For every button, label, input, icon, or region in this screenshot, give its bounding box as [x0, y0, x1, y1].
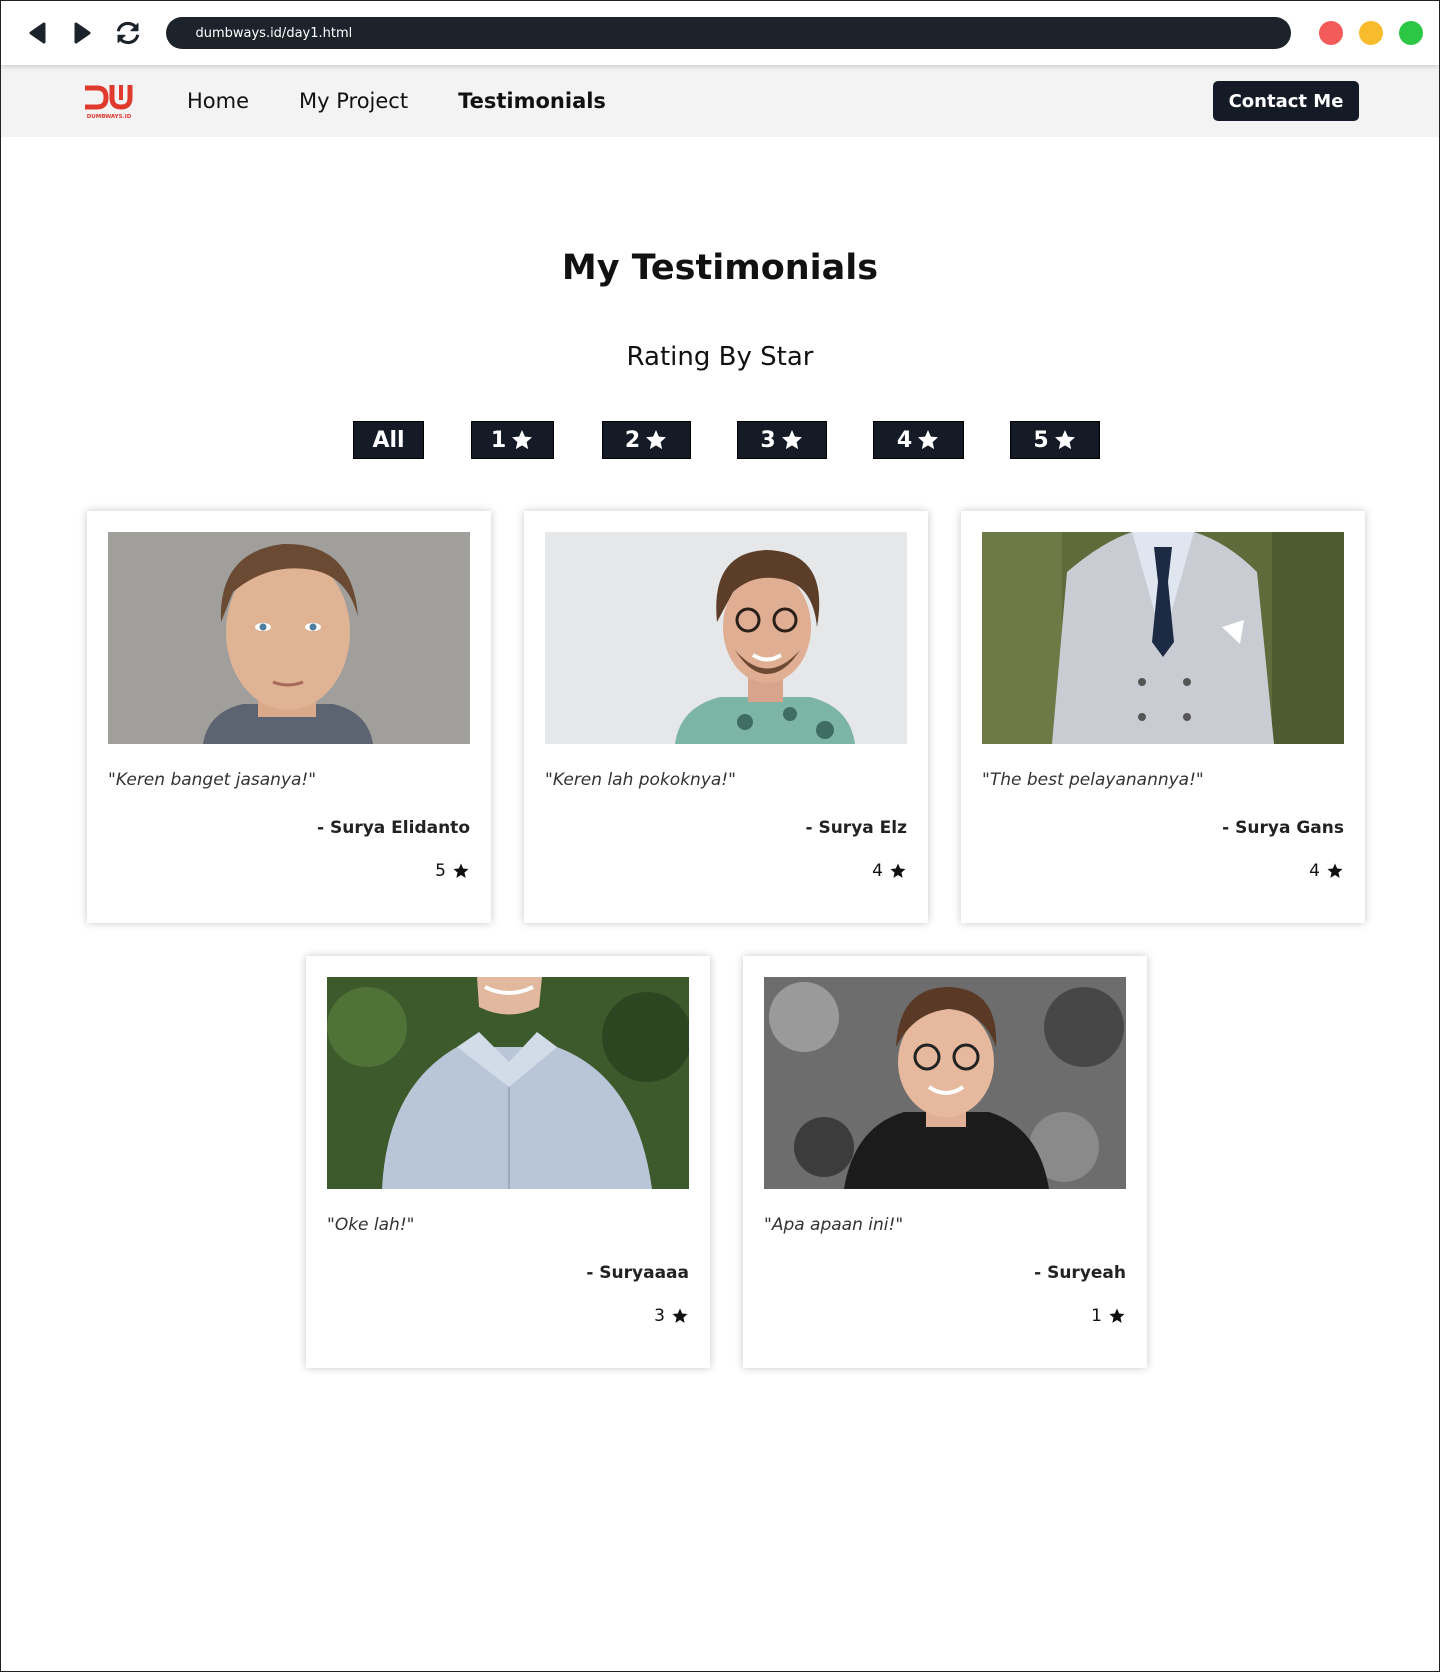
- filter-label: 2: [624, 427, 641, 453]
- filter-label: 1: [490, 427, 507, 453]
- filter-label: 3: [760, 427, 776, 453]
- nav-testimonials[interactable]: Testimonials: [458, 89, 606, 113]
- star-icon: [512, 430, 533, 450]
- testimonial-rating: 5: [435, 861, 470, 881]
- star-icon: [453, 863, 469, 878]
- testimonial-rating: 4: [1309, 861, 1344, 881]
- page-title: My Testimonials: [561, 248, 879, 288]
- nav-my-project[interactable]: My Project: [299, 89, 408, 113]
- testimonial-author: - Surya Elidanto: [317, 818, 470, 838]
- testimonial-card: "The best pelayanannya!" - Surya Gans 4: [961, 511, 1365, 923]
- star-icon: [672, 1308, 688, 1323]
- testimonial-rating: 1: [1091, 1306, 1126, 1326]
- testimonial-quote: "The best pelayanannya!": [982, 770, 1204, 790]
- back-button[interactable]: [23, 19, 51, 47]
- contact-me-button[interactable]: Contact Me: [1213, 81, 1359, 121]
- star-icon: [781, 430, 802, 450]
- testimonial-quote: "Oke lah!": [327, 1215, 415, 1235]
- star-icon: [1109, 1308, 1125, 1323]
- testimonial-card: "Oke lah!" - Suryaaaa 3: [306, 956, 710, 1368]
- rating-value: 5: [435, 861, 446, 881]
- address-bar[interactable]: dumbways.id/day1.html: [166, 17, 1291, 49]
- site-navbar: DUMBWAYS.ID Home My Project Testimonials…: [1, 65, 1439, 137]
- browser-window: dumbways.id/day1.html DUMBWAYS.ID Home M…: [0, 0, 1440, 1672]
- browser-toolbar: dumbways.id/day1.html: [1, 1, 1439, 65]
- rating-filters: All 1 2 3 4 5: [1, 421, 1439, 459]
- testimonial-card: "Keren lah pokoknya!" - Surya Elz 4: [524, 511, 928, 923]
- window-controls: [1319, 21, 1439, 45]
- testimonial-author: - Surya Gans: [1222, 818, 1344, 838]
- star-icon: [1054, 430, 1075, 450]
- rating-value: 4: [1309, 861, 1320, 881]
- testimonial-rating: 3: [654, 1306, 689, 1326]
- filter-3-star-button[interactable]: 3: [737, 421, 827, 459]
- address-text: dumbways.id/day1.html: [195, 25, 353, 41]
- testimonial-photo: [545, 532, 907, 744]
- filter-1-star-button[interactable]: 1: [471, 421, 554, 459]
- filter-label: 5: [1033, 427, 1049, 453]
- testimonial-author: - Suryaaaa: [586, 1263, 689, 1283]
- minimize-window-button[interactable]: [1359, 21, 1383, 45]
- testimonial-rating: 4: [872, 861, 907, 881]
- testimonial-author: - Surya Elz: [805, 818, 907, 838]
- testimonial-card: "Apa apaan ini!" - Suryeah 1: [743, 956, 1147, 1368]
- nav-home[interactable]: Home: [187, 89, 249, 113]
- filter-label: 4: [896, 427, 913, 453]
- dumbways-logo[interactable]: DUMBWAYS.ID: [83, 82, 135, 122]
- logo-text: DUMBWAYS.ID: [87, 114, 132, 120]
- rating-value: 3: [654, 1306, 665, 1326]
- testimonial-photo: [108, 532, 470, 744]
- filter-5-star-button[interactable]: 5: [1010, 421, 1100, 459]
- star-icon: [646, 430, 667, 450]
- forward-icon: [74, 22, 91, 44]
- filter-all-button[interactable]: All: [353, 421, 424, 459]
- testimonial-photo: [764, 977, 1126, 1189]
- maximize-window-button[interactable]: [1399, 21, 1423, 45]
- testimonial-quote: "Keren banget jasanya!": [108, 770, 317, 790]
- testimonial-photo: [327, 977, 689, 1189]
- back-icon: [29, 22, 46, 44]
- testimonial-card: "Keren banget jasanya!" - Surya Elidanto…: [87, 511, 491, 923]
- star-icon: [1327, 863, 1343, 878]
- rating-subtitle: Rating By Star: [626, 342, 814, 372]
- filter-2-star-button[interactable]: 2: [602, 421, 691, 459]
- reload-button[interactable]: [114, 19, 142, 47]
- rating-value: 1: [1091, 1306, 1102, 1326]
- filter-4-star-button[interactable]: 4: [873, 421, 964, 459]
- testimonial-quote: "Apa apaan ini!": [764, 1215, 904, 1235]
- testimonial-author: - Suryeah: [1034, 1263, 1126, 1283]
- star-icon: [918, 430, 939, 450]
- nav-links: Home My Project Testimonials: [187, 65, 656, 137]
- filter-label: All: [372, 427, 405, 453]
- testimonial-quote: "Keren lah pokoknya!": [545, 770, 736, 790]
- rating-value: 4: [872, 861, 883, 881]
- testimonial-photo: [982, 532, 1344, 744]
- forward-button[interactable]: [69, 19, 97, 47]
- star-icon: [890, 863, 906, 878]
- close-window-button[interactable]: [1319, 21, 1343, 45]
- reload-icon: [117, 21, 140, 45]
